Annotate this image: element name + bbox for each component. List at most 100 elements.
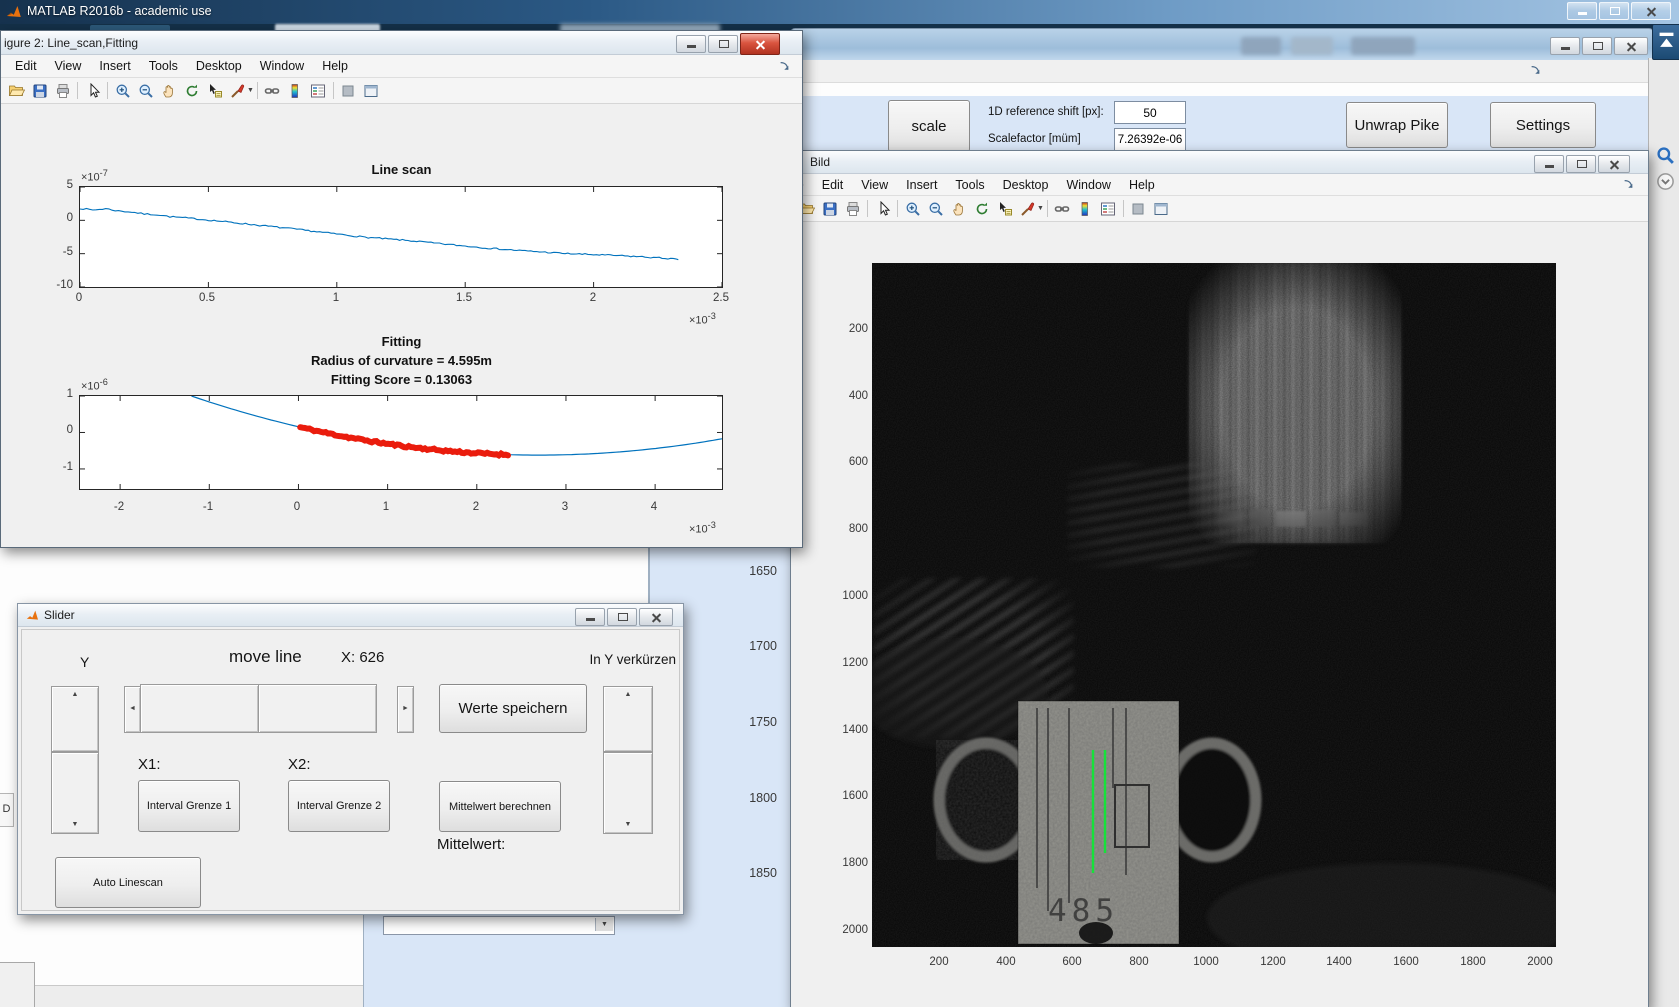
menu-desktop[interactable]: Desktop <box>994 178 1058 192</box>
rotate-3d-icon[interactable] <box>970 199 993 219</box>
werte-speichern-button[interactable]: Werte speichern <box>439 684 587 733</box>
print-icon[interactable] <box>51 81 74 101</box>
link-plot-icon[interactable] <box>261 81 284 101</box>
settings-button[interactable]: Settings <box>1490 102 1596 148</box>
bg-restore-button[interactable] <box>1582 37 1612 55</box>
matlab-logo-icon <box>26 609 39 622</box>
matlab-logo-icon <box>6 4 22 20</box>
slider-minimize-button[interactable] <box>575 608 605 626</box>
move-line-slider-thumb[interactable] <box>140 684 259 733</box>
data-cursor-icon[interactable] <box>203 81 226 101</box>
bild-close-button[interactable] <box>1598 155 1630 173</box>
linescan-plot[interactable] <box>79 186 723 288</box>
linescan-xtick: 1.5 <box>434 292 494 304</box>
minimize-button[interactable] <box>1567 2 1597 20</box>
y-slider-down[interactable]: ▼ <box>51 752 99 834</box>
menu-window[interactable]: Window <box>251 59 313 73</box>
zoom-out-icon[interactable] <box>924 199 947 219</box>
zoom-in-icon[interactable] <box>901 199 924 219</box>
menu-tools[interactable]: Tools <box>140 59 187 73</box>
combobox-arrow-button[interactable]: ▼ <box>595 918 613 931</box>
open-icon[interactable] <box>5 81 28 101</box>
menu-edit[interactable]: Edit <box>813 178 853 192</box>
menu-tools[interactable]: Tools <box>946 178 993 192</box>
menu-view[interactable]: View <box>852 178 897 192</box>
slider-restore-button[interactable] <box>607 608 637 626</box>
save-icon[interactable] <box>28 81 51 101</box>
dock-arrow-icon[interactable] <box>1622 178 1636 192</box>
shorten-slider-up[interactable]: ▲ <box>603 686 653 752</box>
brush-icon[interactable] <box>1016 199 1039 219</box>
y-slider-up[interactable]: ▲ <box>51 686 99 752</box>
rotate-3d-icon[interactable] <box>180 81 203 101</box>
dock-arrow-icon[interactable] <box>778 60 792 74</box>
brush-icon[interactable] <box>226 81 249 101</box>
close-button[interactable] <box>1631 2 1671 20</box>
move-line-slider-left-arrow[interactable]: ◄ <box>124 686 141 733</box>
insert-colorbar-icon[interactable] <box>337 81 360 101</box>
dock-figure-icon[interactable] <box>1150 199 1173 219</box>
fitting-plot[interactable] <box>79 395 723 490</box>
zoom-in-icon[interactable] <box>111 81 134 101</box>
shorten-slider-down[interactable]: ▼ <box>603 752 653 834</box>
data-cursor-icon[interactable] <box>993 199 1016 219</box>
colorbar-icon[interactable] <box>284 81 307 101</box>
background-combobox[interactable]: ▼ <box>383 916 615 935</box>
bild-xtick: 400 <box>978 956 1034 968</box>
menu-window[interactable]: Window <box>1057 178 1119 192</box>
mittelwert-berechnen-button[interactable]: Mittelwert berechnen <box>439 781 561 832</box>
print-icon[interactable] <box>841 199 864 219</box>
search-icon[interactable] <box>1656 146 1675 165</box>
menu-help[interactable]: Help <box>313 59 357 73</box>
interval-grenze-2-button[interactable]: Interval Grenze 2 <box>288 780 390 832</box>
menu-insert[interactable]: Insert <box>897 178 946 192</box>
collapse-ribbon-button[interactable] <box>1652 24 1679 60</box>
bild-restore-button[interactable] <box>1566 155 1596 173</box>
x-value-label: X: 626 <box>341 649 384 666</box>
legend-icon[interactable] <box>307 81 330 101</box>
legend-icon[interactable] <box>1097 199 1120 219</box>
unwrap-pike-button[interactable]: Unwrap Pike <box>1346 102 1448 148</box>
figure-restore-button[interactable] <box>708 35 738 53</box>
colorbar-icon[interactable] <box>1074 199 1097 219</box>
slider-close-button[interactable] <box>639 608 673 626</box>
insert-colorbar-icon[interactable] <box>1127 199 1150 219</box>
pan-hand-icon[interactable] <box>157 81 180 101</box>
menu-desktop[interactable]: Desktop <box>187 59 251 73</box>
restore-button[interactable] <box>1599 2 1629 20</box>
bild-ytick: 1000 <box>822 590 868 602</box>
pointer-icon[interactable] <box>871 199 894 219</box>
scalefactor-input[interactable] <box>1114 128 1186 151</box>
move-line-slider-trough[interactable] <box>258 684 377 733</box>
menu-view[interactable]: View <box>46 59 91 73</box>
brush-dropdown-icon[interactable]: ▼ <box>247 87 254 94</box>
interval-grenze-1-button[interactable]: Interval Grenze 1 <box>138 780 240 832</box>
menu-help[interactable]: Help <box>1120 178 1164 192</box>
brush-dropdown-icon[interactable]: ▼ <box>1037 205 1044 212</box>
bild-minimize-button[interactable] <box>1534 155 1564 173</box>
menu-edit[interactable]: Edit <box>1 59 46 73</box>
bild-titlebar[interactable]: Bild <box>791 151 1648 174</box>
pointer-icon[interactable] <box>81 81 104 101</box>
figure-titlebar[interactable]: igure 2: Line_scan,Fitting <box>1 31 802 55</box>
bild-ytick: 1800 <box>822 857 868 869</box>
save-icon[interactable] <box>818 199 841 219</box>
dock-arrow-icon[interactable] <box>1529 64 1543 78</box>
bg-minimize-button[interactable] <box>1550 37 1580 55</box>
hologram-image[interactable]: 485 <box>872 263 1556 947</box>
zoom-out-icon[interactable] <box>134 81 157 101</box>
figure-close-button[interactable] <box>740 33 780 55</box>
scale-button[interactable]: scale <box>888 100 970 152</box>
bg-close-button[interactable] <box>1614 37 1648 55</box>
dock-figure-icon[interactable] <box>360 81 383 101</box>
link-plot-icon[interactable] <box>1051 199 1074 219</box>
pan-hand-icon[interactable] <box>947 199 970 219</box>
figure-minimize-button[interactable] <box>676 35 706 53</box>
slider-titlebar[interactable]: Slider <box>18 604 683 627</box>
move-line-slider-right-arrow[interactable]: ► <box>397 686 414 733</box>
chevron-down-circle-icon[interactable] <box>1656 172 1675 191</box>
side-tab-d[interactable]: D <box>0 793 14 827</box>
ref-shift-input[interactable] <box>1114 101 1186 124</box>
auto-linescan-button[interactable]: Auto Linescan <box>55 857 201 908</box>
menu-insert[interactable]: Insert <box>90 59 139 73</box>
